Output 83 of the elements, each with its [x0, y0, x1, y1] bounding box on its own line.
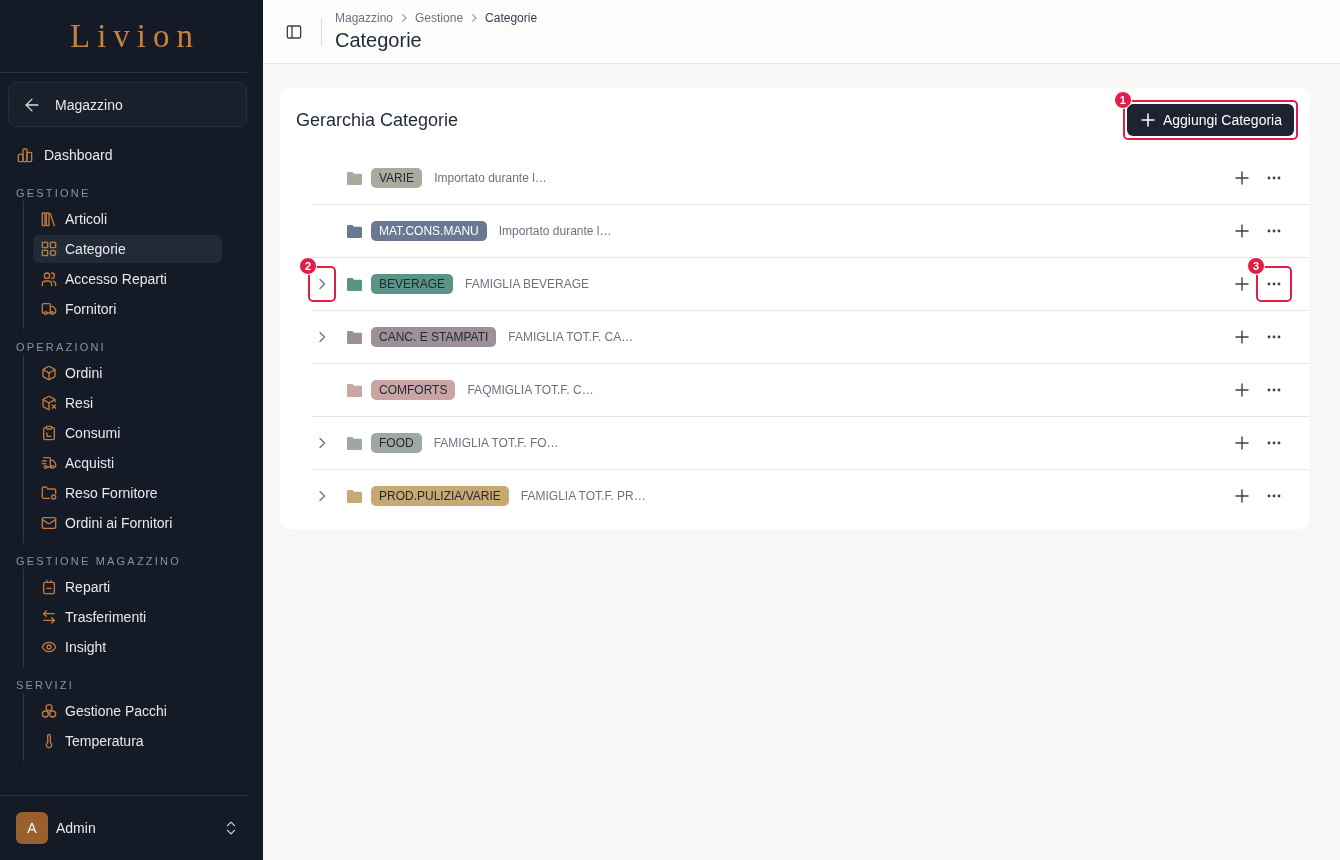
more-dots-icon [1267, 176, 1281, 180]
nav-item[interactable]: Acquisti [33, 449, 222, 477]
nav-item[interactable]: Accesso Reparti [33, 265, 222, 293]
panel-icon [286, 23, 302, 40]
breadcrumb-link[interactable]: Gestione [415, 11, 464, 25]
category-tag: CANC. E STAMPATI [371, 327, 497, 347]
folder-dot-icon [41, 485, 57, 501]
add-category-button[interactable]: Aggiungi Categoria [1126, 104, 1294, 136]
category-tag: FOOD [371, 433, 422, 453]
plus-icon [1235, 224, 1249, 238]
more-dots-icon [1267, 229, 1281, 233]
category-description: Importato durante l… [498, 224, 612, 238]
package-x-icon [41, 395, 57, 411]
chevron-right-icon [316, 437, 328, 449]
bar-chart-icon [17, 147, 33, 163]
books-icon [41, 211, 57, 227]
clipboard-icon [41, 425, 57, 441]
nav-item[interactable]: Trasferimenti [33, 603, 222, 631]
card-title: Gerarchia Categorie [296, 109, 459, 131]
category-description: FAMIGLIA TOT.F. FO… [433, 436, 559, 450]
chevron-right-icon [316, 490, 328, 502]
avatar: A [16, 812, 48, 844]
nav-item[interactable]: Ordini ai Fornitori [33, 509, 222, 537]
plus-icon [1235, 383, 1249, 397]
category-tag: MAT.CONS.MANU [371, 221, 487, 241]
plus-icon [1235, 171, 1249, 185]
category-description: FAQMIGLIA TOT.F. C… [467, 383, 594, 397]
users-icon [41, 271, 57, 287]
nav-item[interactable]: Reparti [33, 573, 222, 601]
chevron-right-icon [316, 331, 328, 343]
grid-icon [41, 241, 57, 257]
nav-item[interactable]: Ordini [33, 359, 222, 387]
plus-icon [1235, 489, 1249, 503]
nav-item[interactable]: Fornitori [33, 295, 222, 323]
plus-icon [1140, 113, 1155, 127]
category-description: FAMIGLIA BEVERAGE [465, 277, 590, 291]
package-icon [41, 365, 57, 381]
plus-icon [1235, 277, 1249, 291]
plus-icon [1235, 330, 1249, 344]
chevron-right-icon [316, 278, 328, 290]
more-dots-icon [1267, 494, 1281, 498]
nav-item[interactable]: Reso Fornitore [33, 479, 222, 507]
nav-item[interactable]: Insight [33, 633, 222, 661]
nav-item[interactable]: Temperatura [33, 727, 222, 755]
nav-item[interactable]: Gestione Pacchi [33, 697, 222, 725]
plus-icon [1235, 436, 1249, 450]
truck-icon [41, 301, 57, 317]
category-tag: VARIE [371, 168, 423, 188]
category-description: FAMIGLIA TOT.F. PR… [520, 489, 646, 503]
more-dots-icon [1267, 388, 1281, 392]
callout-badge: 2 [299, 257, 317, 275]
more-dots-icon [1267, 282, 1281, 286]
callout-badge: 1 [1113, 91, 1132, 109]
arrows-icon [41, 609, 57, 625]
eye-icon [41, 639, 57, 655]
more-dots-icon [1267, 335, 1281, 339]
nav-item[interactable]: Dashboard [8, 141, 222, 169]
nav-item[interactable]: Articoli [33, 205, 222, 233]
mail-icon [41, 515, 57, 531]
category-tag: COMFORTS [371, 380, 456, 400]
delivery-truck-icon [41, 455, 57, 471]
category-tag: PROD.PULIZIA/VARIE [371, 486, 509, 506]
category-tag: BEVERAGE [371, 274, 454, 294]
page-title: Categorie [335, 28, 423, 52]
more-dots-icon [1267, 441, 1281, 445]
breadcrumb-link[interactable]: Magazzino [335, 11, 394, 25]
breadcrumb-current: Categorie [485, 11, 538, 25]
section-label: OPERAZIONI [15, 340, 107, 355]
category-description: Importato durante l… [434, 171, 547, 185]
boxes-icon [41, 703, 57, 719]
back-button[interactable]: Magazzino [8, 82, 247, 127]
section-label: GESTIONE MAGAZZINO [15, 554, 182, 569]
callout-badge: 3 [1247, 257, 1265, 275]
category-description: FAMIGLIA TOT.F. CA… [508, 330, 634, 344]
logo: Livion [69, 17, 200, 56]
section-label: SERVIZI [15, 678, 75, 693]
nav-item[interactable]: Consumi [33, 419, 222, 447]
section-label: GESTIONE [15, 186, 92, 201]
user-menu[interactable]: A Admin [16, 812, 238, 844]
nav-item[interactable]: Resi [33, 389, 222, 417]
nav-item[interactable]: Categorie [33, 235, 222, 263]
calendar-icon [41, 579, 57, 595]
chevrons-up-down-icon [224, 821, 238, 835]
